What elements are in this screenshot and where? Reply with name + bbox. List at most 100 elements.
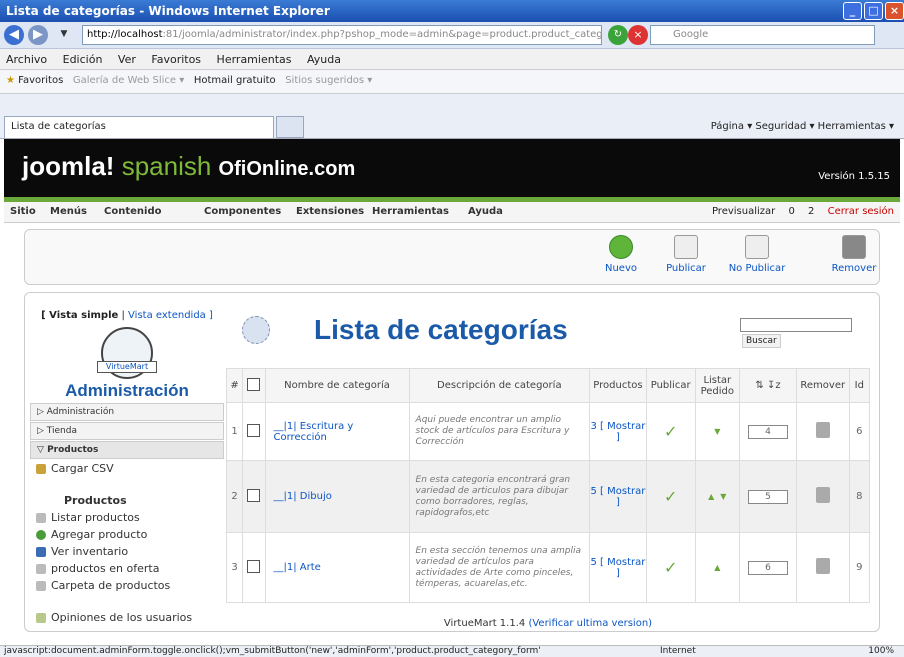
delete-icon[interactable] bbox=[815, 422, 830, 438]
add-product-link[interactable]: Agregar producto bbox=[36, 528, 147, 541]
fav-webslice[interactable]: Galería de Web Slice ▾ bbox=[73, 75, 184, 86]
order-input[interactable]: 4 bbox=[748, 424, 788, 439]
order-input[interactable]: 6 bbox=[748, 560, 788, 575]
minimize-button[interactable]: _ bbox=[843, 2, 862, 20]
jmenu-extensiones[interactable]: Extensiones bbox=[296, 206, 364, 217]
inventory-icon bbox=[36, 547, 46, 557]
publish-cell: ✓ bbox=[645, 532, 696, 603]
zoom-level[interactable]: 100% bbox=[868, 646, 894, 656]
category-search-input[interactable] bbox=[740, 318, 852, 332]
select-all-checkbox[interactable] bbox=[247, 377, 261, 391]
category-description: En esta categoria encontrará gran varied… bbox=[408, 460, 591, 533]
jmenu-herramientas[interactable]: Herramientas bbox=[372, 206, 449, 217]
menu-ver[interactable]: Ver bbox=[118, 53, 136, 66]
row-checkbox[interactable] bbox=[247, 423, 261, 437]
command-bar[interactable]: Página ▾ Seguridad ▾ Herramientas ▾ bbox=[711, 121, 894, 132]
publish-label: Publicar bbox=[666, 263, 706, 274]
stop-icon[interactable]: × bbox=[628, 25, 648, 45]
reviews-link[interactable]: Opiniones de los usuarios bbox=[36, 611, 192, 624]
jmenu-ayuda[interactable]: Ayuda bbox=[468, 206, 503, 217]
menu-herramientas[interactable]: Herramientas bbox=[217, 53, 292, 66]
logo-site: OfiOnline.com bbox=[218, 158, 356, 180]
extended-view-link[interactable]: Vista extendida ] bbox=[128, 310, 213, 321]
add-product-icon bbox=[36, 530, 46, 540]
order-input[interactable]: 5 bbox=[748, 489, 788, 504]
tab-active[interactable]: Lista de categorías bbox=[4, 116, 274, 138]
fav-hotmail[interactable]: Hotmail gratuito bbox=[194, 75, 276, 86]
col-name[interactable]: Nombre de categoría bbox=[264, 368, 410, 403]
csv-icon bbox=[36, 464, 46, 474]
products-count-link[interactable]: 5 [ Mostrar ] bbox=[589, 532, 647, 603]
row-number: 3 bbox=[225, 532, 244, 603]
back-button[interactable]: ◀ bbox=[4, 25, 24, 45]
section-tienda[interactable]: ▷ Tienda bbox=[30, 422, 224, 440]
delete-icon[interactable] bbox=[815, 487, 830, 503]
reviews-label: Opiniones de los usuarios bbox=[51, 611, 193, 624]
jmenu-sitio[interactable]: Sitio bbox=[10, 206, 36, 217]
category-name-link[interactable]: __|1| Arte bbox=[264, 532, 410, 603]
col-description[interactable]: Descripción de categoría bbox=[408, 368, 591, 403]
fav-sugeridos[interactable]: Sitios sugeridos ▾ bbox=[285, 75, 372, 86]
inventory-link[interactable]: Ver inventario bbox=[36, 545, 128, 558]
category-name-link[interactable]: __|1| Escritura y Corrección bbox=[264, 402, 410, 461]
new-tab-button[interactable] bbox=[276, 116, 304, 138]
simple-view-link[interactable]: [ Vista simple bbox=[41, 310, 118, 321]
section-administracion[interactable]: ▷ Administración bbox=[30, 403, 224, 421]
users-count[interactable]: 2 bbox=[808, 206, 814, 217]
add-icon bbox=[609, 235, 633, 259]
publish-button[interactable]: Publicar bbox=[659, 235, 713, 274]
search-input[interactable]: Google bbox=[650, 25, 875, 45]
list-products-link[interactable]: Listar productos bbox=[36, 511, 140, 524]
publish-cell: ✓ bbox=[645, 460, 696, 533]
move-down-icon[interactable]: ▼ bbox=[714, 427, 720, 436]
offers-link[interactable]: productos en oferta bbox=[36, 562, 159, 575]
published-check-icon[interactable]: ✓ bbox=[664, 422, 677, 441]
order-cell: 6 bbox=[739, 532, 797, 603]
logout-link[interactable]: Cerrar sesión bbox=[828, 206, 894, 217]
col-list-order: Listar Pedido bbox=[694, 368, 741, 403]
page-title: Lista de categorías bbox=[314, 314, 568, 345]
products-count-link[interactable]: 5 [ Mostrar ] bbox=[589, 460, 647, 533]
history-dropdown-icon[interactable]: ▼ bbox=[54, 25, 74, 45]
maximize-button[interactable]: □ bbox=[864, 2, 883, 20]
col-remove: Remover bbox=[795, 368, 850, 403]
menu-edicion[interactable]: Edición bbox=[63, 53, 103, 66]
forward-button[interactable]: ▶ bbox=[28, 25, 48, 45]
published-check-icon[interactable]: ✓ bbox=[664, 487, 677, 506]
published-check-icon[interactable]: ✓ bbox=[664, 558, 677, 577]
sort-order-icon[interactable]: ⇅ ↧z bbox=[755, 380, 780, 391]
csv-upload-link[interactable]: Cargar CSV bbox=[36, 462, 114, 475]
preview-link[interactable]: Previsualizar bbox=[712, 206, 775, 217]
new-button[interactable]: Nuevo bbox=[601, 235, 641, 274]
messages-count[interactable]: 0 bbox=[788, 206, 794, 217]
move-up-icon[interactable]: ▲ bbox=[708, 492, 714, 501]
move-up-icon[interactable]: ▲ bbox=[714, 563, 720, 572]
jmenu-contenido[interactable]: Contenido bbox=[104, 206, 161, 217]
address-bar[interactable]: http://localhost:81/joomla/administrator… bbox=[82, 25, 602, 45]
jmenu-right: Previsualizar 0 2 Cerrar sesión bbox=[702, 206, 894, 217]
product-folder-link[interactable]: Carpeta de productos bbox=[36, 579, 170, 592]
check-version-link[interactable]: (Verificar ultima version) bbox=[528, 618, 652, 629]
refresh-icon[interactable]: ↻ bbox=[608, 25, 628, 45]
close-button[interactable]: × bbox=[885, 2, 904, 20]
row-checkbox[interactable] bbox=[247, 488, 261, 502]
list-products-label: Listar productos bbox=[51, 511, 140, 524]
menu-favoritos[interactable]: Favoritos bbox=[151, 53, 201, 66]
jmenu-componentes[interactable]: Componentes bbox=[204, 206, 281, 217]
remove-button[interactable]: Remover bbox=[831, 235, 877, 274]
jmenu-menus[interactable]: Menús bbox=[50, 206, 87, 217]
category-name-link[interactable]: __|1| Dibujo bbox=[264, 460, 410, 533]
menu-archivo[interactable]: Archivo bbox=[6, 53, 47, 66]
logo-main: joomla! bbox=[22, 151, 115, 181]
search-button[interactable]: Buscar bbox=[742, 334, 781, 348]
menu-ayuda[interactable]: Ayuda bbox=[307, 53, 341, 66]
unpublish-button[interactable]: No Publicar bbox=[725, 235, 789, 274]
section-productos[interactable]: ▽ Productos bbox=[30, 441, 224, 459]
delete-icon[interactable] bbox=[815, 558, 830, 574]
products-count-link[interactable]: 3 [ Mostrar ] bbox=[589, 402, 647, 461]
col-sort: ⇅ ↧z bbox=[739, 368, 797, 403]
move-down-icon[interactable]: ▼ bbox=[720, 492, 726, 501]
inventory-label: Ver inventario bbox=[51, 545, 129, 558]
row-checkbox[interactable] bbox=[247, 559, 261, 573]
favorites-button[interactable]: Favoritos bbox=[18, 75, 63, 86]
